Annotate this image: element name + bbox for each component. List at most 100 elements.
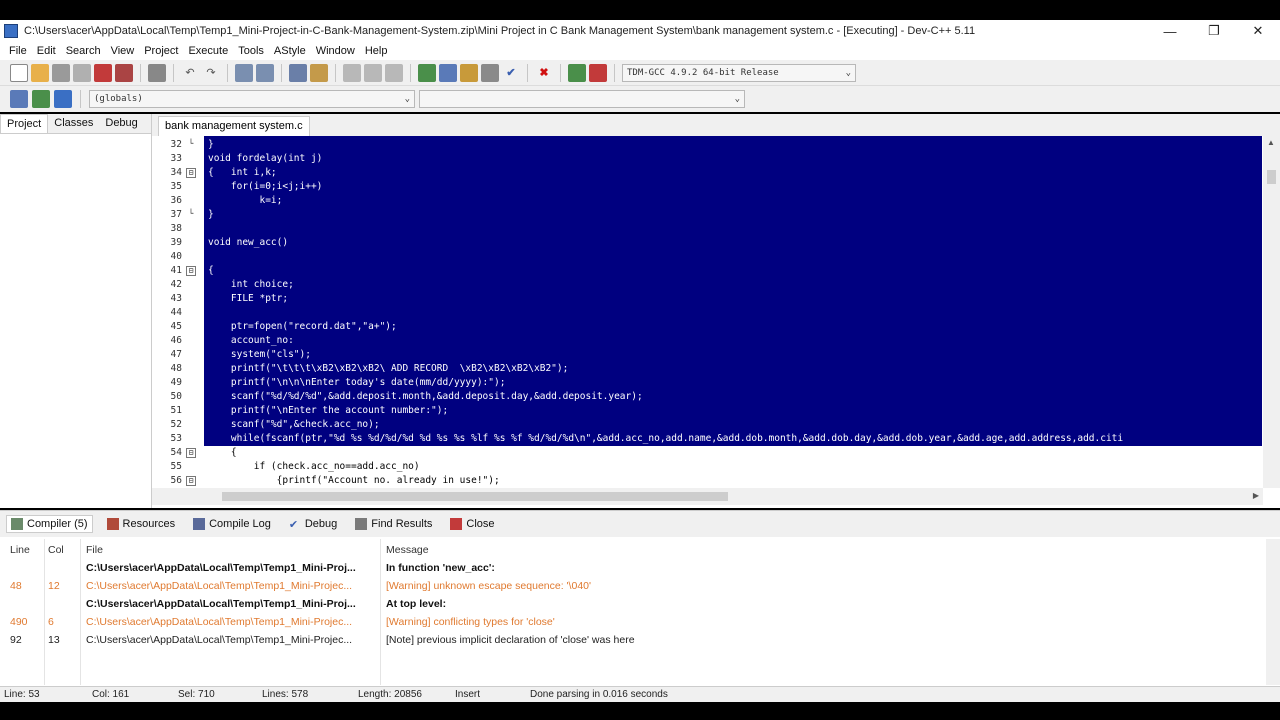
compile-run-icon[interactable]: [460, 63, 478, 82]
tab-compiler[interactable]: Compiler (5): [6, 515, 93, 533]
function-select[interactable]: ⌄: [419, 90, 745, 108]
menu-window[interactable]: Window: [311, 45, 360, 57]
code-line[interactable]: 47 system("cls");: [152, 348, 1262, 362]
table-row[interactable]: 48 12 C:\Users\acer\AppData\Local\Temp\Tem…: [0, 577, 1266, 595]
menu-project[interactable]: Project: [139, 45, 183, 57]
new-file-icon[interactable]: [10, 63, 28, 82]
stop-execution-icon[interactable]: ✖: [535, 64, 553, 82]
fold-collapse-icon[interactable]: ⊟: [186, 168, 196, 178]
header-message[interactable]: Message: [386, 541, 1256, 559]
globals-select[interactable]: (globals) ⌄: [89, 90, 415, 108]
code-line[interactable]: 33 void fordelay(int j): [152, 152, 1262, 166]
save-all-icon[interactable]: [73, 63, 91, 82]
table-row[interactable]: 490 6 C:\Users\acer\AppData\Local\Temp\Tem…: [0, 613, 1266, 631]
rebuild-icon[interactable]: [481, 63, 499, 82]
code-line[interactable]: 54 ⊟ {: [152, 446, 1262, 460]
unindent-icon[interactable]: [364, 63, 382, 82]
replace-icon[interactable]: [256, 63, 274, 82]
toggle-bookmark-icon[interactable]: [32, 90, 50, 108]
close-file-icon[interactable]: [94, 63, 112, 82]
indent-icon[interactable]: [343, 63, 361, 82]
code-line[interactable]: 44: [152, 306, 1262, 320]
find-icon[interactable]: [235, 63, 253, 82]
code-line[interactable]: 55 if (check.acc_no==add.acc_no): [152, 460, 1262, 474]
code-line[interactable]: 39 void new_acc(): [152, 236, 1262, 250]
code-line[interactable]: 53 while(fscanf(ptr,"%d %s %d/%d/%d %d %…: [152, 432, 1262, 446]
run-icon[interactable]: [439, 63, 457, 82]
menu-help[interactable]: Help: [360, 45, 393, 57]
goto-bookmark-icon[interactable]: [54, 90, 72, 108]
code-line[interactable]: 32 └}: [152, 138, 1262, 152]
scroll-right-icon[interactable]: ▶: [1253, 491, 1259, 500]
fold-collapse-icon[interactable]: ⊟: [186, 266, 196, 276]
close-window-button[interactable]: ✕: [1236, 20, 1280, 42]
tab-resources[interactable]: Resources: [103, 516, 180, 532]
header-col[interactable]: Col: [48, 541, 82, 559]
redo-icon[interactable]: ↷: [202, 64, 220, 82]
goto-line-icon[interactable]: [289, 63, 307, 82]
code-line[interactable]: 37 └}: [152, 208, 1262, 222]
code-line[interactable]: 45 ptr=fopen("record.dat","a+");: [152, 320, 1262, 334]
syntax-check-icon[interactable]: ✔: [502, 64, 520, 82]
table-row[interactable]: C:\Users\acer\AppData\Local\Temp\Temp1_M…: [0, 559, 1266, 577]
scroll-thumb[interactable]: [222, 492, 728, 501]
header-line[interactable]: Line: [10, 541, 46, 559]
compile-icon[interactable]: [418, 63, 436, 82]
tab-close[interactable]: Close: [446, 516, 498, 532]
scroll-up-icon[interactable]: ▲: [1267, 138, 1275, 147]
tab-project[interactable]: Project: [0, 114, 49, 133]
editor-file-tab[interactable]: bank management system.c: [158, 116, 310, 136]
minimize-button[interactable]: —: [1148, 20, 1192, 42]
print-icon[interactable]: [148, 63, 166, 82]
editor-horizontal-scrollbar[interactable]: ▶: [152, 488, 1263, 505]
menu-search[interactable]: Search: [61, 45, 106, 57]
profile-icon[interactable]: [568, 63, 586, 82]
fold-collapse-icon[interactable]: ⊟: [186, 476, 196, 486]
fold-collapse-icon[interactable]: ⊟: [186, 448, 196, 458]
tab-find-results[interactable]: Find Results: [351, 516, 436, 532]
tab-classes[interactable]: Classes: [48, 114, 99, 133]
code-line[interactable]: 43 FILE *ptr;: [152, 292, 1262, 306]
tab-debug-output[interactable]: ✔ Debug: [285, 516, 341, 532]
menu-astyle[interactable]: AStyle: [269, 45, 311, 57]
code-line[interactable]: 46 account_no:: [152, 334, 1262, 348]
menu-execute[interactable]: Execute: [183, 45, 233, 57]
bookmark-icon[interactable]: [310, 63, 328, 82]
code-line[interactable]: 36 k=i;: [152, 194, 1262, 208]
restore-button[interactable]: ❐: [1192, 20, 1236, 42]
editor-vertical-scrollbar[interactable]: ▲: [1263, 136, 1280, 488]
code-line[interactable]: 51 printf("\nEnter the account number:")…: [152, 404, 1262, 418]
messages-vertical-scrollbar[interactable]: [1266, 539, 1280, 685]
tab-debug[interactable]: Debug: [99, 114, 143, 133]
open-folder-icon[interactable]: [31, 63, 49, 82]
code-line[interactable]: 41 ⊟ {: [152, 264, 1262, 278]
tab-compile-log[interactable]: Compile Log: [189, 516, 275, 532]
save-icon[interactable]: [52, 63, 70, 82]
code-line[interactable]: 50 scanf("%d/%d/%d",&add.deposit.month,&…: [152, 390, 1262, 404]
code-line[interactable]: 35 for(i=0;i<j;i++): [152, 180, 1262, 194]
toggle-comment-icon[interactable]: [385, 63, 403, 82]
code-line[interactable]: 40: [152, 250, 1262, 264]
compiler-select[interactable]: TDM-GCC 4.9.2 64-bit Release ⌄: [622, 63, 856, 82]
code-line[interactable]: 56 ⊟ {printf("Account no. already in use!…: [152, 474, 1262, 488]
code-line[interactable]: 49 printf("\n\n\nEnter today's date(mm/d…: [152, 376, 1262, 390]
menu-edit[interactable]: Edit: [32, 45, 61, 57]
menu-file[interactable]: File: [4, 45, 32, 57]
code-line[interactable]: 34 ⊟ { int i,k;: [152, 166, 1262, 180]
code-line[interactable]: 42 int choice;: [152, 278, 1262, 292]
menu-tools[interactable]: Tools: [233, 45, 269, 57]
close-all-icon[interactable]: [115, 63, 133, 82]
undo-icon[interactable]: ↶: [181, 64, 199, 82]
insert-icon[interactable]: [10, 90, 28, 108]
table-row[interactable]: 92 13 C:\Users\acer\AppData\Local\Temp\Tem…: [0, 631, 1266, 649]
scroll-thumb[interactable]: [1267, 170, 1276, 184]
code-line[interactable]: 52 scanf("%d",&check.acc_no);: [152, 418, 1262, 432]
menu-view[interactable]: View: [106, 45, 140, 57]
code-line[interactable]: 38: [152, 222, 1262, 236]
table-row[interactable]: C:\Users\acer\AppData\Local\Temp\Temp1_M…: [0, 595, 1266, 613]
find-results-icon: [355, 518, 368, 530]
header-file[interactable]: File: [86, 541, 376, 559]
code-line[interactable]: 48 printf("\t\t\t\xB2\xB2\xB2\ ADD RECOR…: [152, 362, 1262, 376]
code-editor[interactable]: 32 └} 33 void fordelay(int j) 34 ⊟{ int i,k; 3…: [152, 136, 1280, 508]
delete-profile-icon[interactable]: [589, 63, 607, 82]
